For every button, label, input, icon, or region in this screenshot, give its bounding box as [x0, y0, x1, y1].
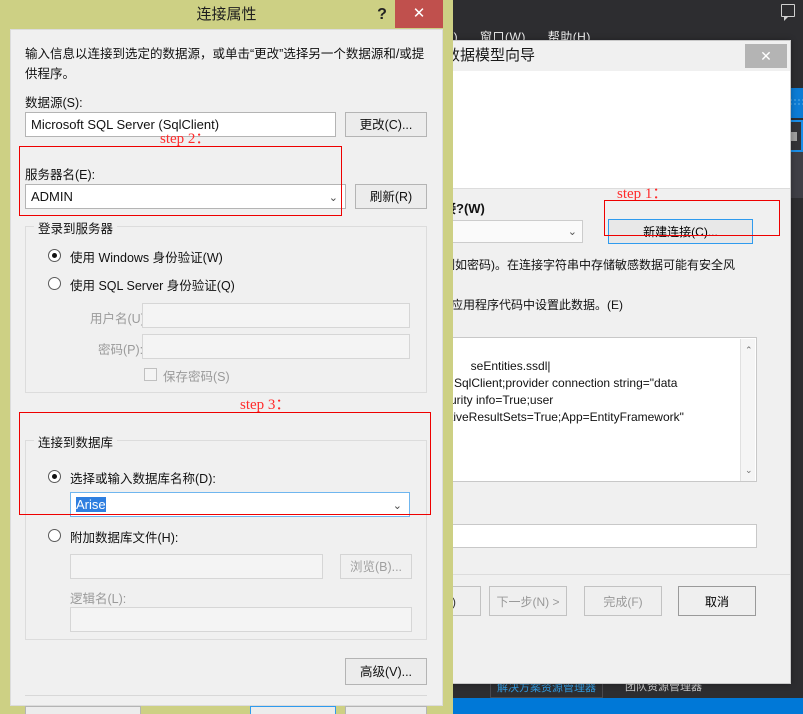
change-button[interactable]: 更改(C)...: [345, 112, 427, 137]
radio-sql-auth[interactable]: [48, 277, 61, 290]
save-password-checkbox[interactable]: [144, 368, 157, 381]
scroll-up-icon[interactable]: ⌃: [745, 342, 753, 359]
connection-string-value: seEntities.ssdl| a.SqlClient;provider co…: [444, 359, 684, 424]
password-field[interactable]: [142, 334, 410, 359]
server-name-value: ADMIN: [31, 189, 73, 204]
wizard-next-button[interactable]: 下一步(N) >: [489, 586, 567, 616]
advanced-button[interactable]: 高级(V)...: [345, 658, 427, 685]
chevron-down-icon: ⌄: [392, 500, 402, 512]
help-icon[interactable]: ?: [371, 0, 393, 29]
database-group: 连接到数据库 选择或输入数据库名称(D): Arise ⌄ 附加数据库文件(H)…: [25, 432, 427, 640]
cp-intro-text: 输入信息以连接到选定的数据源，或单击“更改”选择另一个数据源和/或提供程序。: [25, 47, 425, 81]
wizard-settings-input[interactable]: [439, 524, 757, 548]
wizard-note-line-2: 在应用程序代码中设置此数据。(E): [439, 298, 623, 312]
wizard-header-panel: [441, 71, 790, 189]
logon-group: 登录到服务器 使用 Windows 身份验证(W) 使用 SQL Server …: [25, 218, 427, 393]
radio-select-database-label: 选择或输入数据库名称(D):: [70, 472, 216, 486]
password-label: 密码(P):: [98, 343, 144, 357]
wizard-separator: [441, 574, 790, 575]
annotation-step3-label: step 3：: [240, 397, 291, 413]
database-group-title: 连接到数据库: [34, 432, 118, 451]
chevron-down-icon: ⌄: [328, 192, 338, 204]
username-field[interactable]: [142, 303, 410, 328]
annotation-step1-label: step 1：: [617, 186, 668, 202]
cp-body: 输入信息以连接到选定的数据源，或单击“更改”选择另一个数据源和/或提供程序。 数…: [10, 29, 443, 714]
wizard-note-line-1: (例如密码)。在连接字符串中存储敏感数据可能有安全风: [439, 258, 735, 272]
cp-cancel-button[interactable]: 取消: [345, 706, 427, 714]
annotation-step2-label: step 2：: [160, 131, 211, 147]
browse-button[interactable]: 浏览(B)...: [340, 554, 412, 579]
wizard-connection-combobox[interactable]: ⌄: [439, 220, 583, 243]
server-name-label: 服务器名(E):: [25, 168, 96, 182]
data-model-wizard-dialog: 数据模型向导 ✕ 接?(W) ⌄ 新建连接(C)... (例如密码)。在连接字符…: [403, 40, 791, 684]
wizard-close-button[interactable]: ✕: [745, 44, 787, 68]
connection-string-textarea[interactable]: seEntities.ssdl| a.SqlClient;provider co…: [439, 337, 757, 482]
logon-group-title: 登录到服务器: [34, 218, 118, 237]
new-connection-button[interactable]: 新建连接(C)...: [608, 219, 753, 244]
ok-button[interactable]: 确定: [250, 706, 336, 714]
cp-close-button[interactable]: ✕: [395, 0, 443, 28]
username-label: 用户名(U):: [90, 312, 149, 326]
chevron-down-icon: ⌄: [567, 226, 577, 238]
cp-title: 连接属性: [196, 6, 257, 23]
feedback-icon[interactable]: [781, 4, 795, 21]
test-connection-button[interactable]: 测试连接(T): [25, 706, 141, 714]
radio-windows-auth[interactable]: [48, 249, 61, 262]
database-name-combobox[interactable]: Arise ⌄: [70, 492, 410, 517]
wizard-title: 数据模型向导: [445, 47, 536, 64]
logical-name-field[interactable]: [70, 607, 412, 632]
wizard-body: 接?(W) ⌄ 新建连接(C)... (例如密码)。在连接字符串中存储敏感数据可…: [403, 190, 790, 622]
wizard-button-row: 步(P) 下一步(N) > 完成(F) 取消: [403, 586, 790, 622]
radio-select-database[interactable]: [48, 470, 61, 483]
database-name-value: Arise: [76, 497, 106, 512]
data-source-label: 数据源(S):: [25, 96, 83, 110]
radio-windows-auth-label: 使用 Windows 身份验证(W): [70, 251, 223, 265]
wizard-cancel-button[interactable]: 取消: [678, 586, 756, 616]
connection-properties-dialog: 连接属性 ? ✕ 输入信息以连接到选定的数据源，或单击“更改”选择另一个数据源和…: [0, 0, 453, 714]
refresh-button[interactable]: 刷新(R): [355, 184, 427, 209]
scroll-down-icon[interactable]: ⌄: [745, 462, 753, 479]
radio-attach-database-file-label: 附加数据库文件(H):: [70, 531, 179, 545]
database-file-field[interactable]: [70, 554, 323, 579]
server-name-combobox[interactable]: ADMIN ⌄: [25, 184, 346, 209]
radio-sql-auth-label: 使用 SQL Server 身份验证(Q): [70, 279, 235, 293]
connection-string-scrollbar[interactable]: ⌃ ⌄: [740, 339, 755, 481]
wizard-finish-button[interactable]: 完成(F): [584, 586, 662, 616]
footer-divider: [25, 695, 427, 696]
taskbar: [440, 698, 803, 714]
radio-attach-database-file[interactable]: [48, 529, 61, 542]
logical-name-label: 逻辑名(L):: [70, 592, 127, 606]
wizard-title-bar: 数据模型向导 ✕: [441, 41, 790, 71]
save-password-label: 保存密码(S): [163, 370, 230, 384]
cp-title-bar: 连接属性 ? ✕: [0, 0, 453, 29]
